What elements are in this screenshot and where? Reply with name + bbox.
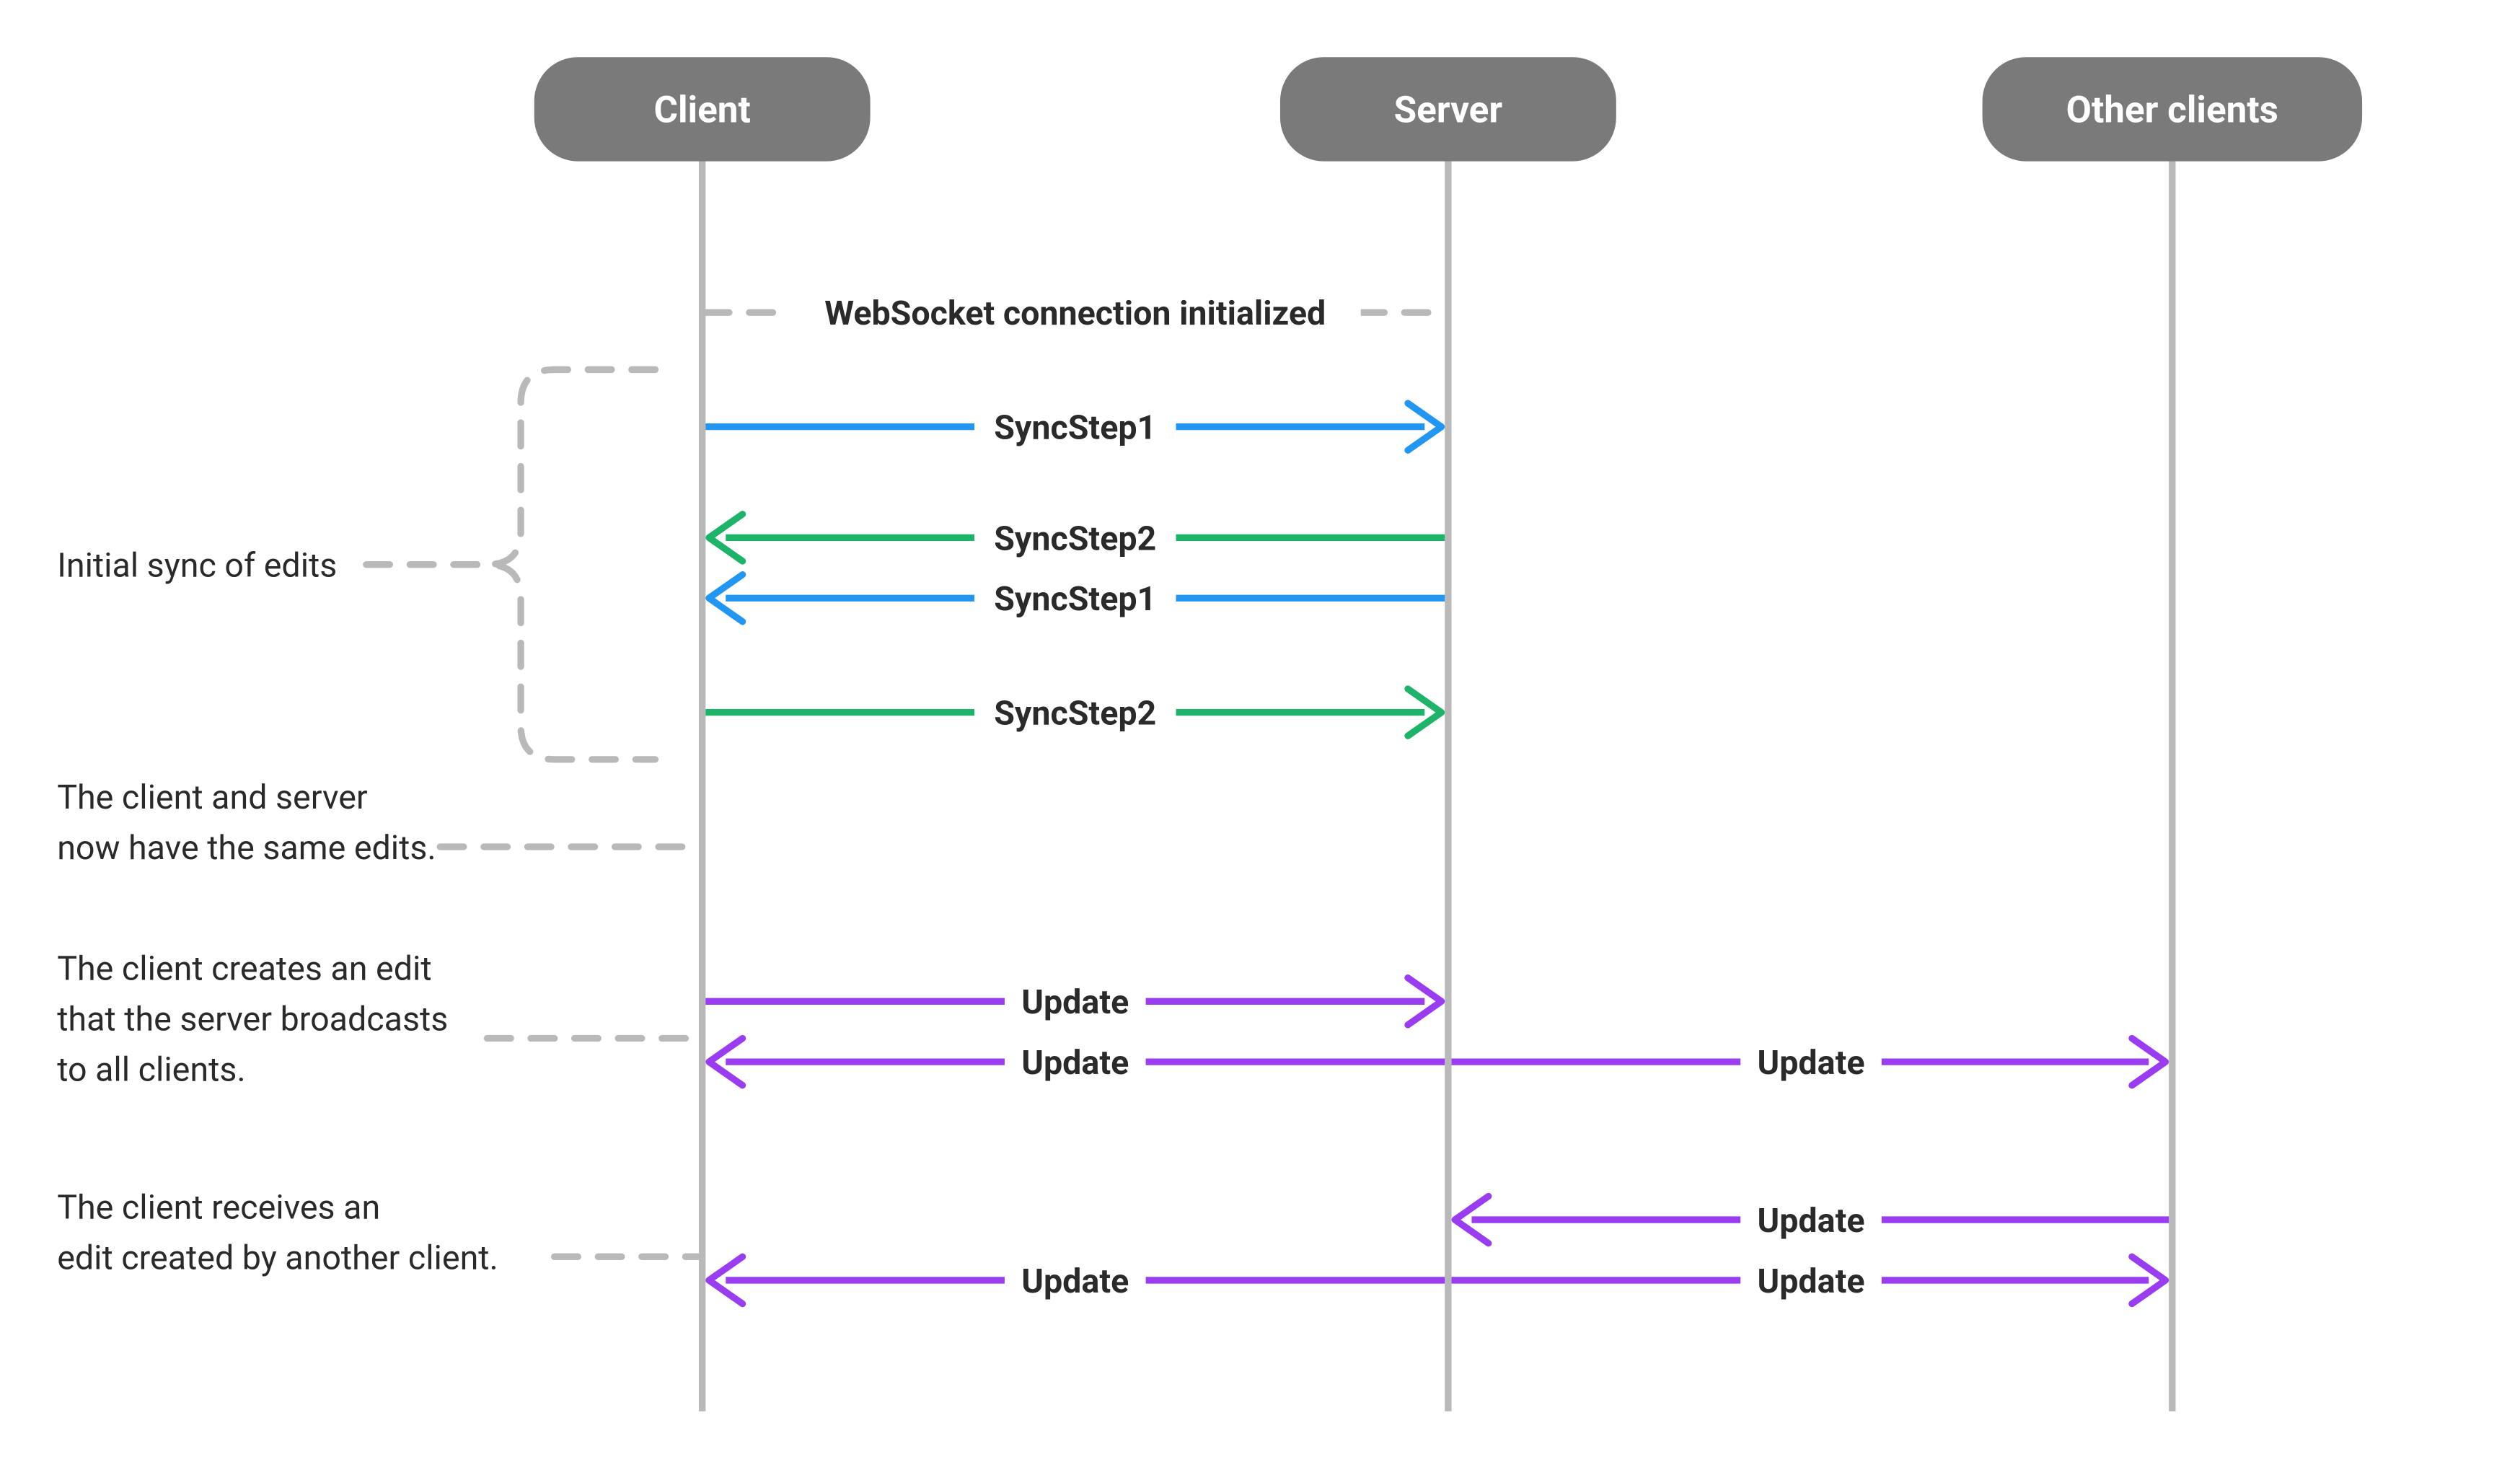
msg-syncstep2-sc-label: SyncStep2 [994,519,1156,558]
msg-update-cs: Update [705,978,1441,1025]
divider-ws-init: WebSocket connection initialized [705,289,1445,336]
msg-syncstep1-sc-label: SyncStep1 [994,580,1156,619]
msg-update-os-label: Update [1758,1202,1865,1241]
note-same-edits-l1: The client and server [57,778,368,817]
note-initial-sync-label: Initial sync of edits [57,547,337,586]
note-client-edit-l2: that the server broadcasts [57,1000,448,1039]
msg-update-cs-label: Update [1021,983,1129,1022]
note-client-edit-l3: to all clients. [57,1050,245,1089]
sequence-diagram: Client Server Other clients WebSocket co… [0,0,2520,1457]
msg-update-sc-1-label: Update [1021,1044,1129,1083]
participant-others-label: Other clients [2066,88,2278,132]
msg-update-sc-2-label: Update [1021,1262,1129,1301]
participant-others: Other clients [1983,57,2362,161]
participant-client: Client [534,57,871,161]
msg-update-so-1: Update [1452,1039,2166,1086]
note-same-edits-l2: now have the same edits. [57,829,436,868]
msg-update-os: Update [1455,1196,2169,1243]
msg-syncstep1-cs: SyncStep1 [705,403,1441,450]
note-client-edit: The client creates an edit that the serv… [57,950,699,1090]
msg-syncstep1-sc: SyncStep1 [709,575,1445,622]
msg-update-so-2: Update [1452,1256,2166,1303]
note-recv-edit-l1: The client receives an [57,1188,380,1227]
participant-client-label: Client [653,88,750,132]
msg-update-sc-2: Update [709,1256,1445,1303]
note-same-edits: The client and server now have the same … [57,778,699,868]
note-recv-edit: The client receives an edit created by a… [57,1188,699,1277]
msg-update-sc-1: Update [709,1039,1445,1086]
participant-server-label: Server [1394,88,1503,132]
msg-syncstep2-cs: SyncStep2 [705,689,1441,736]
msg-syncstep2-cs-label: SyncStep2 [994,695,1156,734]
note-initial-sync: Initial sync of edits [57,369,655,759]
msg-update-so-2-label: Update [1758,1262,1865,1301]
note-recv-edit-l2: edit created by another client. [57,1238,498,1277]
participant-server: Server [1280,57,1616,161]
note-client-edit-l1: The client creates an edit [57,950,431,989]
msg-update-so-1-label: Update [1758,1044,1865,1083]
divider-ws-init-label: WebSocket connection initialized [824,294,1326,333]
msg-syncstep1-cs-label: SyncStep1 [994,409,1156,448]
msg-syncstep2-sc: SyncStep2 [709,514,1445,561]
